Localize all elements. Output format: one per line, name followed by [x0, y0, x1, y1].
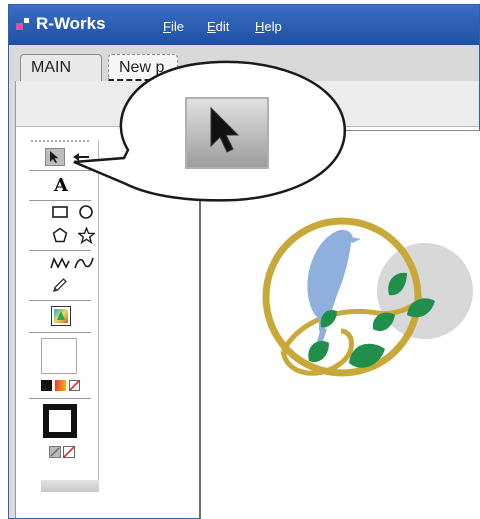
stroke-color-icon[interactable]: [49, 446, 61, 458]
swatch-gradient-icon[interactable]: [55, 380, 66, 391]
gradient-icon[interactable]: [51, 306, 71, 326]
menu-file-mnemonic: F: [163, 19, 171, 34]
polygon-icon[interactable]: [51, 226, 69, 244]
swatch-black-icon[interactable]: [41, 380, 52, 391]
tab-main[interactable]: MAIN: [20, 54, 102, 82]
menu-file[interactable]: File: [163, 19, 184, 34]
tab-new-page[interactable]: New p: [108, 54, 178, 82]
stroke-none-icon[interactable]: [63, 446, 75, 458]
pencil-icon[interactable]: [51, 276, 69, 294]
app-logo-icon: [16, 18, 32, 34]
select-arrow-icon[interactable]: [45, 148, 65, 166]
palette-footer: [41, 480, 99, 492]
menu-help-mnemonic: H: [255, 19, 265, 34]
freehand-icon[interactable]: [73, 254, 95, 272]
app-title: R-Works: [36, 14, 106, 33]
palette-separator: [29, 170, 91, 171]
ellipse-icon[interactable]: [77, 204, 95, 220]
text-icon[interactable]: A: [51, 174, 71, 196]
palette-grip[interactable]: [31, 140, 89, 142]
palette-separator: [29, 300, 91, 301]
star-icon[interactable]: [77, 226, 95, 244]
menu-help-rest: elp: [264, 19, 282, 34]
rectangle-icon[interactable]: [51, 204, 69, 220]
menu-edit-mnemonic: E: [207, 19, 216, 34]
polyline-icon[interactable]: [49, 254, 71, 272]
leaf-shape: [308, 341, 329, 363]
menu-file-rest: ile: [170, 19, 184, 34]
bird-beak-shape: [351, 237, 361, 243]
palette-separator: [29, 332, 91, 333]
palette-separator: [29, 250, 91, 251]
title-bar: R-Works File Edit Help: [9, 5, 479, 45]
stroke-width-icon[interactable]: [43, 404, 77, 438]
tool-palette: A: [25, 140, 99, 492]
swatch-none-icon[interactable]: [69, 380, 80, 391]
fill-color-swatch[interactable]: [41, 338, 77, 374]
leaf-shape: [372, 312, 395, 332]
menu-edit[interactable]: Edit: [207, 19, 229, 34]
select-arrow-icon: [185, 97, 269, 169]
palette-separator: [29, 398, 91, 399]
palette-separator: [29, 200, 91, 201]
menu-edit-rest: dit: [215, 19, 230, 34]
drawing-canvas[interactable]: [199, 130, 480, 519]
menu-help[interactable]: Help: [255, 19, 282, 34]
bird-on-branch-logo[interactable]: [201, 131, 480, 519]
direct-select-icon[interactable]: [69, 148, 93, 166]
tab-strip: MAIN New p: [9, 45, 479, 82]
